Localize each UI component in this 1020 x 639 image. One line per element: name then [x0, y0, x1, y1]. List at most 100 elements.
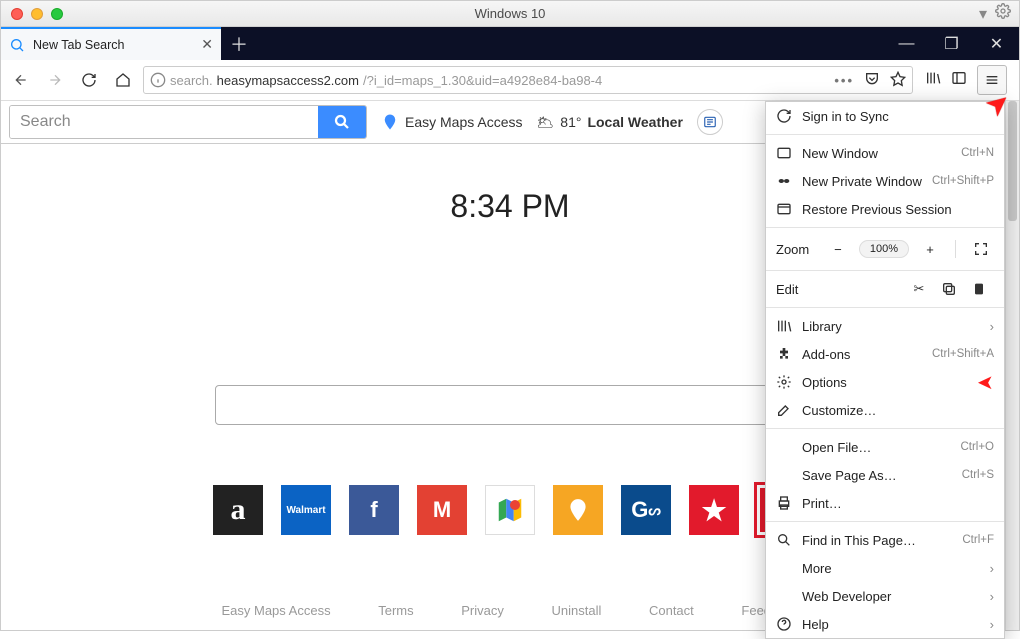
- back-button[interactable]: [7, 66, 35, 94]
- print-icon: [776, 495, 792, 511]
- tile-amazon[interactable]: a: [213, 485, 263, 535]
- home-button[interactable]: [109, 66, 137, 94]
- weather-link[interactable]: 🌥 81° Local Weather: [537, 114, 683, 131]
- paste-button[interactable]: [964, 281, 994, 297]
- chevron-right-icon: ›: [990, 589, 994, 604]
- zoom-in-button[interactable]: +: [917, 238, 943, 260]
- footer-link-terms[interactable]: Terms: [378, 603, 413, 618]
- menu-print-label: Print…: [802, 496, 842, 511]
- menu-new-window[interactable]: New Window Ctrl+N: [766, 139, 1004, 167]
- menu-new-window-label: New Window: [802, 146, 878, 161]
- footer-link-privacy[interactable]: Privacy: [461, 603, 504, 618]
- forward-button[interactable]: [41, 66, 69, 94]
- news-icon: [703, 115, 717, 129]
- ext-name-label: Easy Maps Access: [405, 114, 523, 130]
- hamburger-menu: Sign in to Sync New Window Ctrl+N New Pr…: [765, 101, 1005, 639]
- page-search-input[interactable]: [10, 106, 318, 138]
- menu-save-as-label: Save Page As…: [802, 468, 897, 483]
- cut-button[interactable]: ✂: [904, 281, 934, 297]
- tile-walmart[interactable]: Walmart: [281, 485, 331, 535]
- menu-separator: [766, 134, 1004, 135]
- restore-button[interactable]: ❐: [929, 27, 974, 60]
- menu-options-label: Options: [802, 375, 847, 390]
- menu-private-window[interactable]: New Private Window Ctrl+Shift+P: [766, 167, 1004, 195]
- tile-facebook[interactable]: f: [349, 485, 399, 535]
- mac-dropdown-icon[interactable]: ▾: [979, 4, 987, 24]
- mac-titlebar: Windows 10 ▾: [1, 1, 1019, 27]
- close-button[interactable]: ✕: [974, 27, 1019, 60]
- weather-temp: 81°: [560, 114, 581, 130]
- menu-library-label: Library: [802, 319, 842, 334]
- pocket-icon[interactable]: [864, 71, 880, 90]
- weather-icon: 🌥: [537, 114, 555, 131]
- window-title: Windows 10: [1, 6, 1019, 21]
- scrollbar-thumb[interactable]: [1008, 101, 1017, 221]
- zoom-out-button[interactable]: −: [825, 238, 851, 260]
- menu-find[interactable]: Find in This Page… Ctrl+F: [766, 526, 1004, 554]
- menu-private-window-shortcut: Ctrl+Shift+P: [932, 175, 994, 187]
- menu-customize[interactable]: Customize…: [766, 396, 1004, 424]
- window-icon: [776, 145, 792, 161]
- search-icon: [9, 37, 25, 53]
- menu-help[interactable]: Help ›: [766, 610, 1004, 638]
- ext-name-link[interactable]: Easy Maps Access: [381, 113, 523, 131]
- menu-library[interactable]: Library ›: [766, 312, 1004, 340]
- fullscreen-button[interactable]: [968, 238, 994, 260]
- menu-sign-in[interactable]: Sign in to Sync: [766, 102, 1004, 130]
- menu-open-file[interactable]: Open File… Ctrl+O: [766, 433, 1004, 461]
- menu-help-label: Help: [802, 617, 829, 632]
- menu-zoom-row: Zoom − 100% +: [766, 232, 1004, 266]
- page-search-wrap: [9, 105, 367, 139]
- menu-more-label: More: [802, 561, 832, 576]
- menu-addons[interactable]: Add-ons Ctrl+Shift+A: [766, 340, 1004, 368]
- tile-local-maps[interactable]: [553, 485, 603, 535]
- url-pre: search.: [170, 73, 213, 88]
- menu-find-label: Find in This Page…: [802, 533, 916, 548]
- tab-title: New Tab Search: [33, 38, 125, 52]
- menu-more[interactable]: More ›: [766, 554, 1004, 582]
- tile-gas[interactable]: Gᔕ: [621, 485, 671, 535]
- footer-link-brand[interactable]: Easy Maps Access: [221, 603, 330, 618]
- menu-open-file-shortcut: Ctrl+O: [960, 441, 994, 453]
- mac-gear-icon[interactable]: [995, 3, 1011, 24]
- minimize-button[interactable]: —: [884, 27, 929, 60]
- tile-gmail[interactable]: M: [417, 485, 467, 535]
- search-icon: [776, 532, 792, 548]
- active-tab[interactable]: New Tab Search ✕: [1, 27, 221, 60]
- footer-link-uninstall[interactable]: Uninstall: [551, 603, 601, 618]
- nav-toolbar: search.heasymapsaccess2.com/?i_id=maps_1…: [1, 60, 1019, 101]
- reload-button[interactable]: [75, 66, 103, 94]
- menu-options[interactable]: Options ➤: [766, 368, 1004, 396]
- copy-button[interactable]: [934, 281, 964, 297]
- tile-macys[interactable]: ★: [689, 485, 739, 535]
- vertical-scrollbar[interactable]: [1005, 101, 1019, 630]
- page-search-button[interactable]: [318, 106, 366, 138]
- menu-customize-label: Customize…: [802, 403, 876, 418]
- bookmark-star-icon[interactable]: [890, 71, 906, 90]
- news-link[interactable]: [697, 109, 723, 135]
- tab-close-button[interactable]: ✕: [201, 36, 213, 53]
- address-bar[interactable]: search.heasymapsaccess2.com/?i_id=maps_1…: [143, 66, 913, 94]
- sidebar-icon[interactable]: [951, 70, 967, 91]
- footer-link-contact[interactable]: Contact: [649, 603, 694, 618]
- window-controls: — ❐ ✕: [884, 27, 1019, 60]
- menu-print[interactable]: Print…: [766, 489, 1004, 517]
- library-icon: [776, 318, 792, 334]
- page-actions-icon[interactable]: •••: [834, 73, 854, 88]
- addons-icon: [776, 346, 792, 362]
- menu-save-as[interactable]: Save Page As… Ctrl+S: [766, 461, 1004, 489]
- menu-restore-session[interactable]: Restore Previous Session: [766, 195, 1004, 223]
- new-tab-button[interactable]: ＋: [221, 27, 257, 60]
- menu-addons-label: Add-ons: [802, 347, 850, 362]
- annotation-arrow-options: ➤: [977, 370, 994, 395]
- menu-find-shortcut: Ctrl+F: [962, 534, 994, 546]
- url-path: /?i_id=maps_1.30&uid=a4928e84-ba98-4: [363, 73, 602, 88]
- tile-google-maps[interactable]: [485, 485, 535, 535]
- menu-addons-shortcut: Ctrl+Shift+A: [932, 348, 994, 360]
- library-icon[interactable]: [925, 70, 941, 91]
- menu-separator: [766, 521, 1004, 522]
- menu-new-window-shortcut: Ctrl+N: [961, 147, 994, 159]
- zoom-percent: 100%: [859, 240, 909, 258]
- main-search-box[interactable]: [215, 385, 805, 425]
- menu-web-developer[interactable]: Web Developer ›: [766, 582, 1004, 610]
